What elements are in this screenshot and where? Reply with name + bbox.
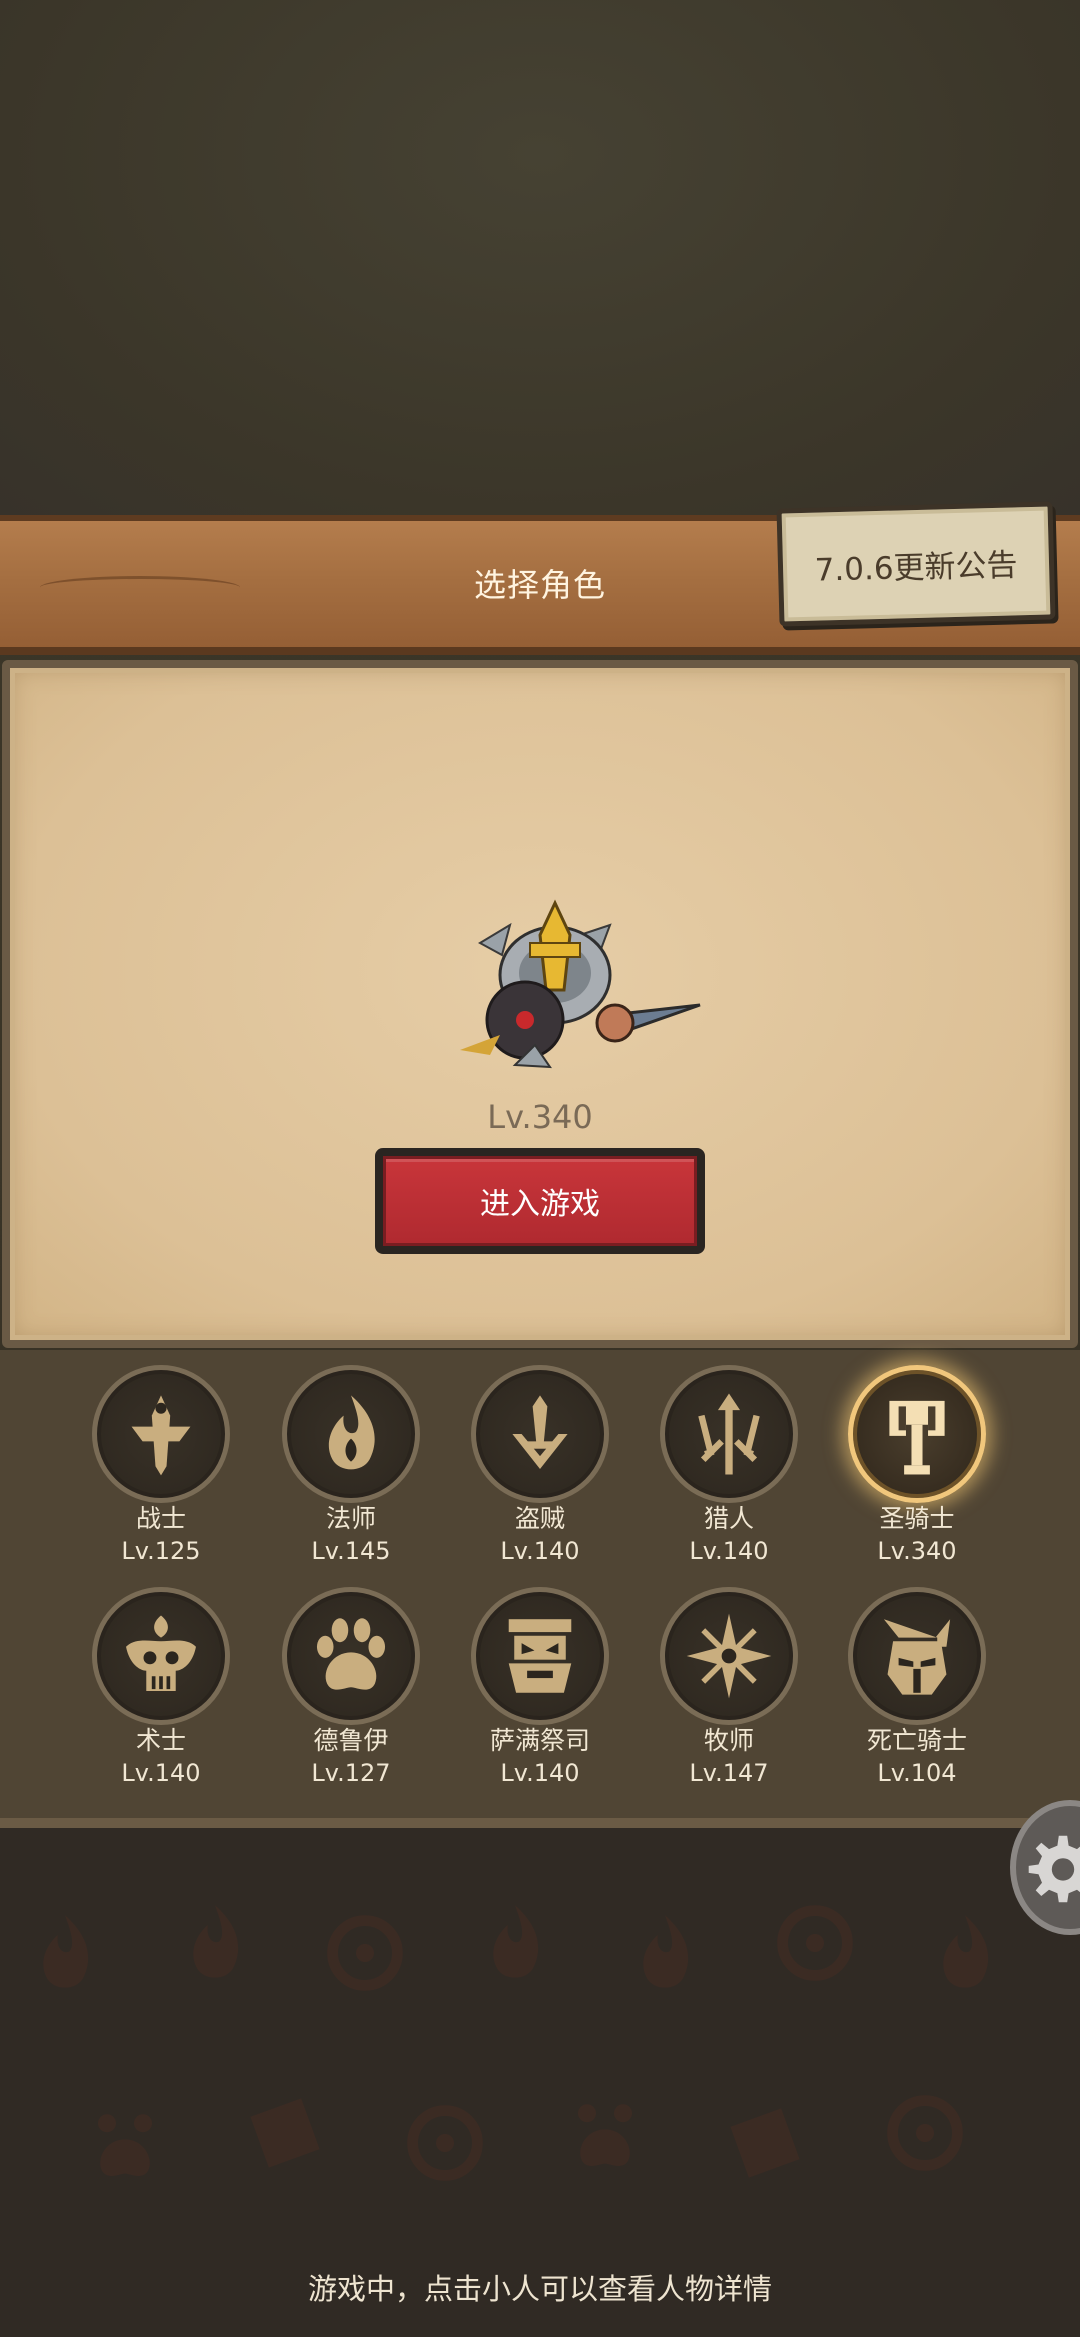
class-icon-frame <box>92 1365 230 1503</box>
class-druid[interactable]: 德鲁伊 Lv.127 <box>256 1587 446 1789</box>
eye-emblem-icon <box>327 1915 403 1991</box>
druid-paw-icon <box>316 1618 386 1690</box>
class-icon-frame <box>282 1587 420 1725</box>
enter-game-button-face: 进入游戏 <box>383 1156 697 1246</box>
class-icon-frame <box>660 1365 798 1503</box>
class-name: 猎人 <box>703 1504 754 1533</box>
eye-emblem-icon <box>777 1905 853 1981</box>
hunter-arrows-icon <box>698 1393 760 1475</box>
class-name: 术士 <box>135 1726 186 1755</box>
enter-game-label: 进入游戏 <box>480 1187 600 1222</box>
class-icon-frame <box>848 1587 986 1725</box>
paladin-character-sprite[interactable] <box>460 895 710 1095</box>
flame-emblem-icon <box>493 1905 539 1978</box>
bottom-decoration-area <box>0 1828 1080 2337</box>
class-warlock[interactable]: 术士 Lv.140 <box>66 1587 256 1789</box>
class-level: Lv.340 <box>877 1537 957 1565</box>
class-selection-grid: 战士 Lv.125 法师 Lv.145 盗贼 Lv.140 猎人 Lv.140 … <box>0 1350 1080 1828</box>
enter-game-button[interactable]: 进入游戏 <box>375 1148 705 1254</box>
priest-star-icon <box>686 1613 772 1699</box>
class-level: Lv.140 <box>689 1537 769 1565</box>
hero-level: Lv.340 <box>487 1098 593 1136</box>
class-name: 圣骑士 <box>879 1504 955 1533</box>
update-notice-button[interactable]: 7.0.6更新公告 <box>776 501 1056 627</box>
top-background <box>0 0 1080 515</box>
class-name: 德鲁伊 <box>313 1726 389 1755</box>
paw-emblem-icon <box>578 2104 632 2166</box>
shaman-totem-icon <box>508 1619 572 1693</box>
class-icon-frame <box>471 1587 609 1725</box>
book-emblem-icon <box>250 2098 320 2168</box>
flame-emblem-icon <box>43 1915 89 1988</box>
warrior-sword-icon <box>131 1395 191 1476</box>
eye-emblem-icon <box>887 2095 963 2171</box>
class-name: 盗贼 <box>514 1504 565 1533</box>
footer-hint: 游戏中，点击小人可以查看人物详情 <box>307 2272 772 2306</box>
class-icon-frame <box>848 1365 986 1503</box>
class-name: 牧师 <box>703 1726 754 1755</box>
flame-emblem-icon <box>193 1905 239 1978</box>
rogue-daggers-icon <box>512 1395 568 1469</box>
eye-emblem-icon <box>407 2105 483 2181</box>
class-priest[interactable]: 牧师 Lv.147 <box>634 1587 824 1789</box>
paw-emblem-icon <box>98 2114 152 2176</box>
class-name: 萨满祭司 <box>489 1726 590 1755</box>
class-icon-frame <box>282 1365 420 1503</box>
class-shaman[interactable]: 萨满祭司 Lv.140 <box>445 1587 635 1789</box>
class-hunter[interactable]: 猎人 Lv.140 <box>634 1365 824 1567</box>
book-emblem-icon <box>730 2108 800 2178</box>
class-level: Lv.127 <box>311 1759 391 1787</box>
update-notice-label: 7.0.6更新公告 <box>814 546 1018 589</box>
class-level: Lv.125 <box>121 1537 201 1565</box>
class-paladin[interactable]: 圣骑士 Lv.340 <box>822 1365 1012 1567</box>
gear-icon <box>1028 1835 1080 1902</box>
class-rogue[interactable]: 盗贼 Lv.140 <box>445 1365 635 1567</box>
class-icon-frame <box>471 1365 609 1503</box>
class-icon-frame <box>92 1587 230 1725</box>
class-name: 战士 <box>135 1504 186 1533</box>
class-level: Lv.140 <box>121 1759 201 1787</box>
class-level: Lv.140 <box>500 1759 580 1787</box>
class-level: Lv.140 <box>500 1537 580 1565</box>
flame-emblem-icon <box>943 1915 989 1988</box>
class-level: Lv.147 <box>689 1759 769 1787</box>
class-icon-frame <box>660 1587 798 1725</box>
class-mage[interactable]: 法师 Lv.145 <box>256 1365 446 1567</box>
class-level: Lv.104 <box>877 1759 957 1787</box>
paladin-hammer-icon <box>889 1400 945 1475</box>
class-level: Lv.145 <box>311 1537 391 1565</box>
class-name: 死亡骑士 <box>866 1726 967 1755</box>
mage-flame-icon <box>328 1395 375 1470</box>
class-warrior[interactable]: 战士 Lv.125 <box>66 1365 256 1567</box>
class-death-knight[interactable]: 死亡骑士 Lv.104 <box>822 1587 1012 1789</box>
death-knight-helm-icon <box>883 1619 951 1695</box>
flame-emblem-icon <box>643 1915 689 1988</box>
class-name: 法师 <box>325 1504 376 1533</box>
warlock-skull-icon <box>126 1615 196 1691</box>
